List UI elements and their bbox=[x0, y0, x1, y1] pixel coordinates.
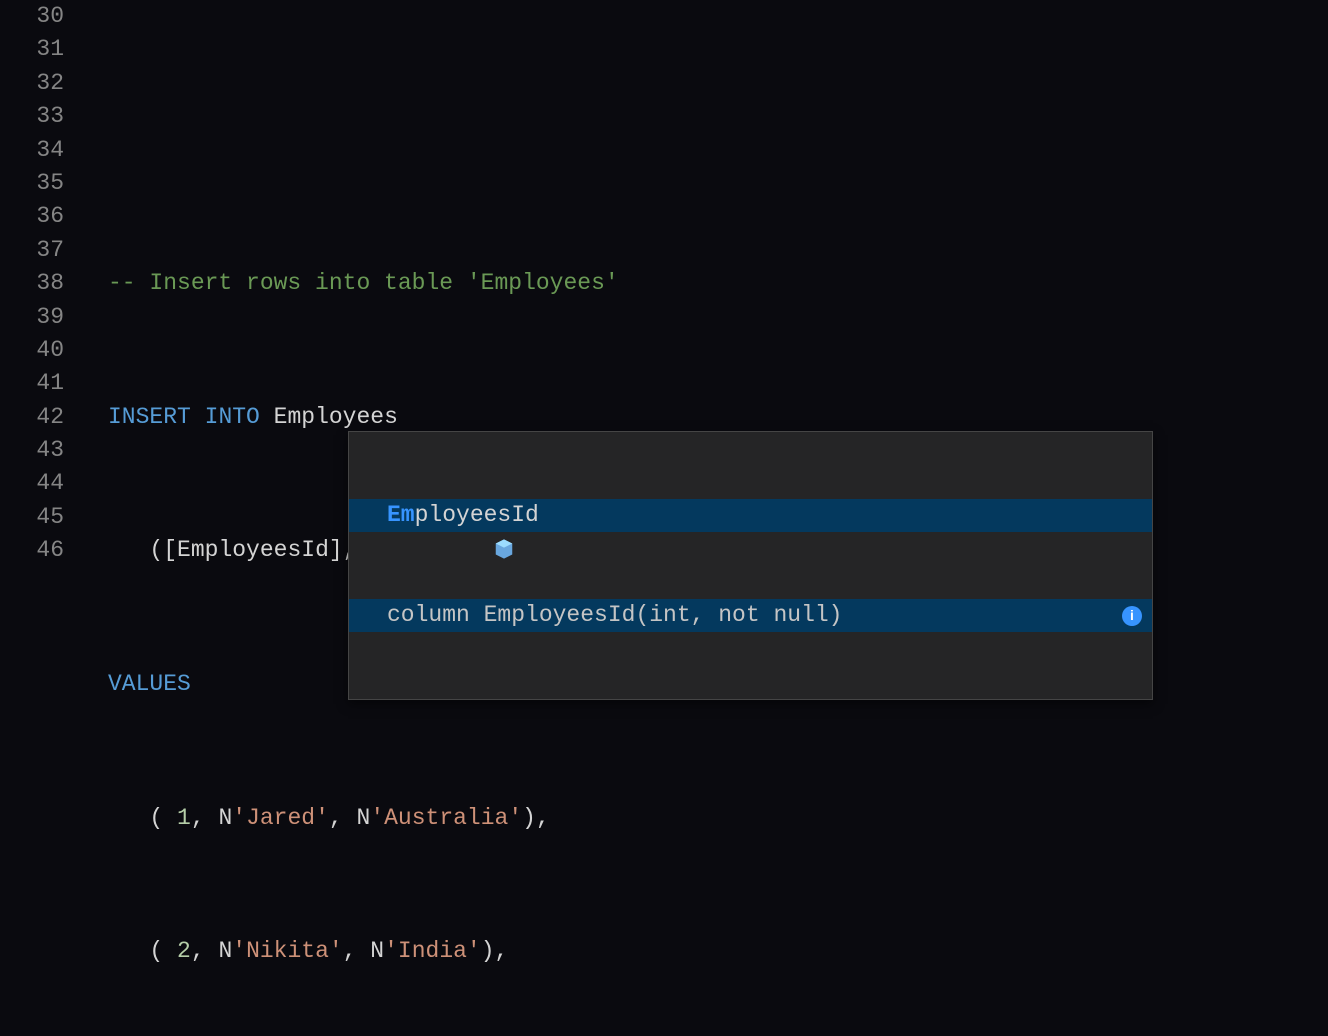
string-literal: 'Australia' bbox=[370, 805, 522, 831]
code-line[interactable] bbox=[86, 134, 1328, 167]
line-number: 46 bbox=[0, 534, 64, 567]
keyword-values: VALUES bbox=[108, 671, 191, 697]
suggestion-detail-text: column EmployeesId(int, not null) bbox=[387, 599, 842, 632]
line-number: 33 bbox=[0, 100, 64, 133]
line-number: 31 bbox=[0, 33, 64, 66]
paren-close: ), bbox=[522, 805, 550, 831]
paren-open: ( bbox=[149, 537, 163, 563]
line-number: 36 bbox=[0, 200, 64, 233]
string-literal: 'Nikita' bbox=[232, 938, 342, 964]
code-line[interactable]: INSERT INTO Employees bbox=[86, 401, 1328, 434]
number-literal: 2 bbox=[177, 938, 191, 964]
n-prefix: N bbox=[218, 805, 232, 831]
line-number-gutter: 3031323334353637383940414243444546 bbox=[0, 0, 86, 1036]
paren-open: ( bbox=[149, 805, 177, 831]
keyword-insert: INSERT bbox=[108, 404, 191, 430]
string-literal: 'Jared' bbox=[232, 805, 329, 831]
comment-text: -- Insert rows into table 'Employees' bbox=[108, 270, 619, 296]
space bbox=[260, 404, 274, 430]
n-prefix: N bbox=[218, 938, 232, 964]
bracket-close: ] bbox=[329, 537, 343, 563]
line-number: 30 bbox=[0, 0, 64, 33]
n-prefix: N bbox=[370, 938, 384, 964]
line-number: 38 bbox=[0, 267, 64, 300]
line-number: 43 bbox=[0, 434, 64, 467]
line-number: 37 bbox=[0, 234, 64, 267]
info-icon[interactable]: i bbox=[1122, 606, 1142, 626]
line-number: 35 bbox=[0, 167, 64, 200]
keyword-into: INTO bbox=[205, 404, 260, 430]
suggestion-rest: ployeesId bbox=[415, 502, 539, 528]
line-number: 32 bbox=[0, 67, 64, 100]
table-name: Employees bbox=[274, 404, 398, 430]
indent bbox=[108, 537, 149, 563]
bracket-open: [ bbox=[163, 537, 177, 563]
suggestion-match: Em bbox=[387, 502, 415, 528]
indent bbox=[108, 805, 149, 831]
string-literal: 'India' bbox=[384, 938, 481, 964]
suggestion-detail[interactable]: column EmployeesId(int, not null) i bbox=[349, 599, 1152, 632]
n-prefix: N bbox=[357, 805, 371, 831]
column-name: EmployeesId bbox=[177, 537, 329, 563]
code-line[interactable]: -- Insert rows into table 'Employees' bbox=[86, 267, 1328, 300]
paren-close: ), bbox=[481, 938, 509, 964]
line-number: 45 bbox=[0, 501, 64, 534]
code-line[interactable]: ( 2, N'Nikita', N'India'), bbox=[86, 935, 1328, 968]
comma: , bbox=[329, 805, 357, 831]
comma: , bbox=[191, 938, 219, 964]
line-number: 34 bbox=[0, 134, 64, 167]
suggestion-label: EmployeesId bbox=[387, 499, 1142, 532]
line-number: 42 bbox=[0, 401, 64, 434]
number-literal: 1 bbox=[177, 805, 191, 831]
comma: , bbox=[343, 938, 371, 964]
code-line[interactable]: ( 1, N'Jared', N'Australia'), bbox=[86, 802, 1328, 835]
comma: , bbox=[191, 805, 219, 831]
suggestion-item[interactable]: EmployeesId bbox=[349, 499, 1152, 532]
line-number: 40 bbox=[0, 334, 64, 367]
line-number: 41 bbox=[0, 367, 64, 400]
code-area[interactable]: -- Insert rows into table 'Employees' IN… bbox=[86, 0, 1328, 1036]
paren-open: ( bbox=[149, 938, 177, 964]
space bbox=[191, 404, 205, 430]
indent bbox=[108, 938, 149, 964]
field-icon bbox=[355, 505, 377, 527]
line-number: 44 bbox=[0, 467, 64, 500]
line-number: 39 bbox=[0, 301, 64, 334]
intellisense-popup[interactable]: EmployeesId column EmployeesId(int, not … bbox=[348, 431, 1153, 700]
code-editor[interactable]: 3031323334353637383940414243444546 -- In… bbox=[0, 0, 1328, 1036]
